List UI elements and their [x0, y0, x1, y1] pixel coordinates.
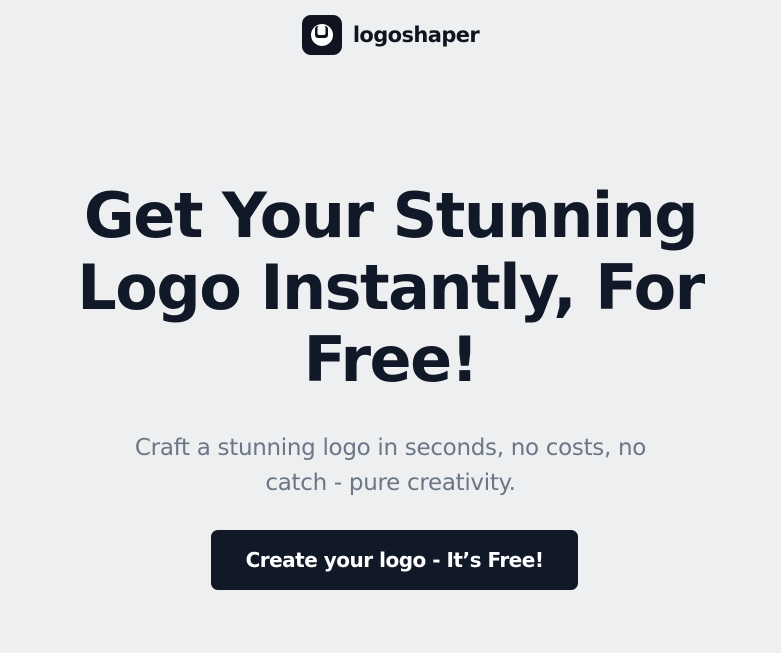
hero-title-line: Free!	[303, 323, 479, 396]
hero-title-line: Get Your Stunning	[83, 179, 699, 252]
logoshaper-logo-icon	[301, 15, 342, 55]
brand-name: logoshaper	[352, 23, 480, 47]
hero-subtitle-line: catch - pure creativity.	[265, 470, 516, 496]
create-logo-button[interactable]: Create your logo - It’s Free!	[211, 530, 578, 590]
hero-title: Get Your Stunning Logo Instantly, For Fr…	[0, 180, 781, 396]
hero-subtitle-line: Craft a stunning logo in seconds, no cos…	[134, 435, 647, 461]
brand-link[interactable]: logoshaper	[301, 15, 480, 55]
hero-subtitle: Craft a stunning logo in seconds, no cos…	[0, 431, 781, 501]
hero-title-line: Logo Instantly, For	[77, 251, 705, 324]
site-header: logoshaper	[0, 15, 781, 55]
